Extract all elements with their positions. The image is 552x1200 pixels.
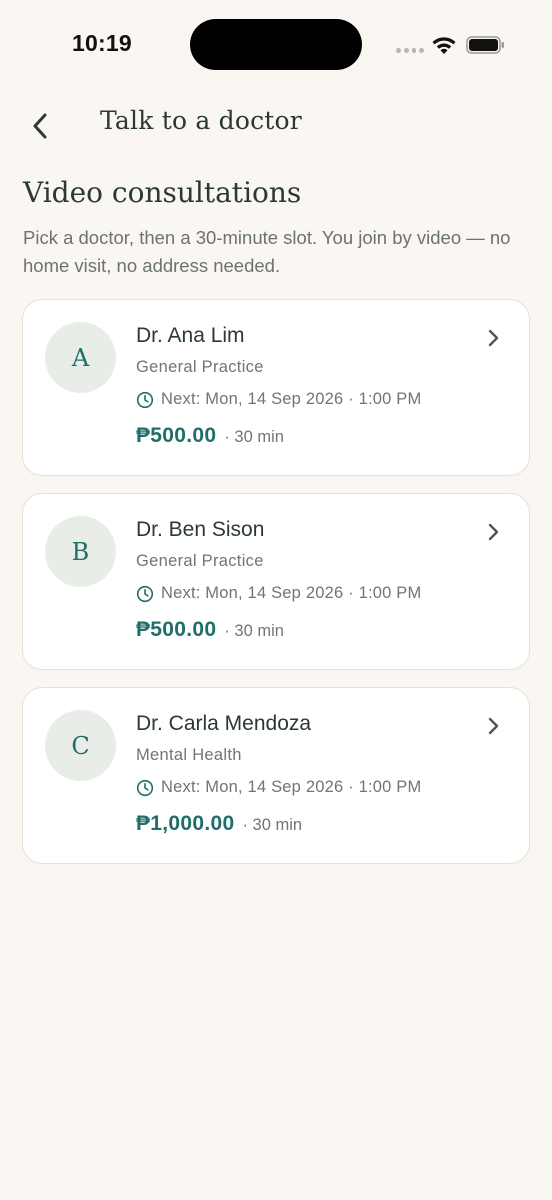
price-row: ₱1,000.00 · 30 min bbox=[136, 812, 302, 836]
price-row: ₱500.00 · 30 min bbox=[136, 618, 284, 642]
dynamic-island bbox=[190, 19, 362, 70]
next-slot: Next: Mon, 14 Sep 2026 · 1:00 PM bbox=[136, 584, 421, 603]
section-description: Pick a doctor, then a 30-minute slot. Yo… bbox=[23, 227, 511, 276]
price-row: ₱500.00 · 30 min bbox=[136, 424, 284, 448]
duration: · 30 min bbox=[224, 622, 284, 640]
doctor-name: Dr. Ana Lim bbox=[136, 324, 245, 347]
chevron-right-icon bbox=[488, 523, 499, 541]
clock-icon bbox=[136, 779, 154, 797]
doctor-card-ben-sison[interactable]: B Dr. Ben Sison General Practice Next: M… bbox=[22, 493, 530, 670]
next-slot-text: Next: Mon, 14 Sep 2026 · 1:00 PM bbox=[161, 584, 422, 602]
avatar: C bbox=[45, 710, 116, 781]
price: ₱1,000.00 bbox=[136, 812, 235, 835]
doctor-list: A Dr. Ana Lim General Practice Next: Mon… bbox=[22, 299, 530, 881]
doctor-card-carla-mendoza[interactable]: C Dr. Carla Mendoza Mental Health Next: … bbox=[22, 687, 530, 864]
back-button[interactable] bbox=[18, 104, 62, 148]
price: ₱500.00 bbox=[136, 618, 217, 641]
chevron-left-icon bbox=[33, 113, 47, 139]
page-title: Talk to a doctor bbox=[100, 106, 302, 135]
avatar: A bbox=[45, 322, 116, 393]
wifi-icon bbox=[430, 34, 458, 61]
header: Talk to a doctor bbox=[0, 98, 552, 152]
price: ₱500.00 bbox=[136, 424, 217, 447]
avatar: B bbox=[45, 516, 116, 587]
duration: · 30 min bbox=[224, 428, 284, 446]
doctor-name: Dr. Ben Sison bbox=[136, 518, 265, 541]
section-title: Video consultations bbox=[23, 176, 302, 209]
doctor-specialty: Mental Health bbox=[136, 746, 242, 764]
next-slot-text: Next: Mon, 14 Sep 2026 · 1:00 PM bbox=[161, 390, 422, 408]
clock-icon bbox=[136, 391, 154, 409]
next-slot: Next: Mon, 14 Sep 2026 · 1:00 PM bbox=[136, 778, 421, 797]
chevron-right-icon bbox=[488, 329, 499, 347]
doctor-name: Dr. Carla Mendoza bbox=[136, 712, 312, 735]
next-slot: Next: Mon, 14 Sep 2026 · 1:00 PM bbox=[136, 390, 421, 409]
next-slot-text: Next: Mon, 14 Sep 2026 · 1:00 PM bbox=[161, 778, 422, 796]
doctor-specialty: General Practice bbox=[136, 358, 264, 376]
signal-icon bbox=[396, 48, 424, 54]
clock-icon bbox=[136, 585, 154, 603]
doctor-card-ana-lim[interactable]: A Dr. Ana Lim General Practice Next: Mon… bbox=[22, 299, 530, 476]
chevron-right-icon bbox=[488, 717, 499, 735]
status-bar: 10:19 bbox=[0, 0, 552, 90]
status-time: 10:19 bbox=[72, 30, 132, 56]
doctor-specialty: General Practice bbox=[136, 552, 264, 570]
duration: · 30 min bbox=[242, 816, 303, 834]
battery-icon bbox=[466, 36, 506, 59]
